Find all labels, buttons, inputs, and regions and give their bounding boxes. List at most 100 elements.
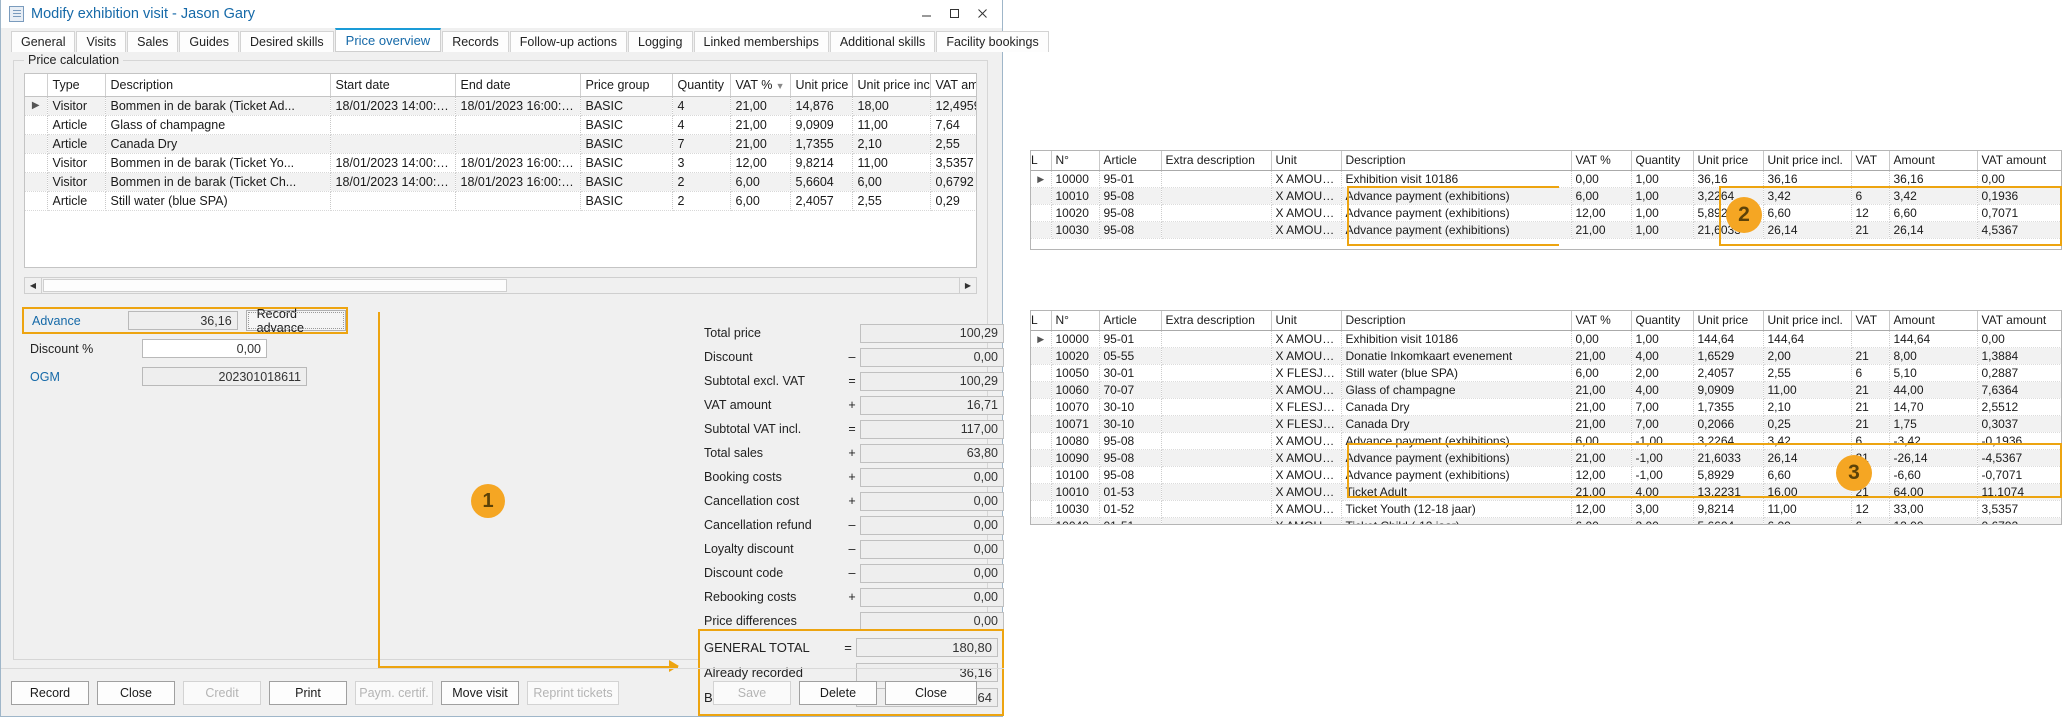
rtable-cell-description[interactable]: Exhibition visit 10186 <box>1341 330 1572 348</box>
rtable-cell-ind[interactable] <box>1031 347 1052 365</box>
rtable-cell-total[interactable]: 52,8926 <box>2061 483 2062 500</box>
rtable-cell-description[interactable]: Ticket Youth (12-18 jaar) <box>1341 500 1572 518</box>
price-grid-header-8[interactable]: Unit price <box>790 74 853 97</box>
rtable-header-12[interactable]: VAT amount <box>1977 151 2061 171</box>
rtable-header-5[interactable]: Description <box>1341 151 1572 171</box>
price-grid-cell-unitincl[interactable]: 11,00 <box>852 115 931 135</box>
rtable-cell-extra[interactable] <box>1161 221 1272 239</box>
price-grid-cell-ind[interactable] <box>25 191 48 211</box>
rtable-cell-unit_incl[interactable]: 144,64 <box>1763 330 1852 348</box>
rtable-cell-total[interactable]: 3,2264 <box>2061 187 2062 204</box>
price-grid-header-4[interactable]: End date <box>455 74 581 97</box>
button-record-0[interactable]: Record <box>11 681 89 705</box>
rtable-cell-vatpct[interactable]: 21,00 <box>1571 381 1632 399</box>
rtable-cell-unit_incl[interactable]: 11,00 <box>1763 381 1852 399</box>
rtable-cell-article[interactable]: 70-07 <box>1099 381 1162 399</box>
rtable-cell-total[interactable]: -5,8929 <box>2061 466 2062 483</box>
rtable-cell-description[interactable]: Still water (blue SPA) <box>1341 364 1572 382</box>
rtable-cell-description[interactable]: Ticket Adult <box>1341 483 1572 501</box>
table-row[interactable]: 10080 95-08 X AMOUNT Advance payment (exhib… <box>1031 432 2061 450</box>
rtable-cell-unit[interactable]: X AMOUNT <box>1271 170 1342 188</box>
rtable-header-11[interactable]: Amount <box>1889 311 1978 331</box>
rtable-cell-vat[interactable]: 21 <box>1851 381 1890 399</box>
rtable-cell-amount[interactable]: 12,00 <box>1889 517 1978 524</box>
tab-visits[interactable]: Visits <box>76 31 127 52</box>
rtable-header-7[interactable]: Quantity <box>1631 151 1694 171</box>
rtable-cell-unit[interactable]: X AMOUNT <box>1271 449 1342 467</box>
price-grid-cell-description[interactable]: Glass of champagne <box>105 115 331 135</box>
tab-records[interactable]: Records <box>442 31 509 52</box>
rtable-cell-unit_incl[interactable]: 0,25 <box>1763 415 1852 433</box>
price-grid-cell-vatamt[interactable]: 2,55 <box>930 134 976 154</box>
table-row[interactable]: 10100 95-08 X AMOUNT Advance payment (exhib… <box>1031 466 2062 484</box>
table-row[interactable]: 1004001-51 X AMOUNTTicket Child (-12 jaar… <box>1031 517 2062 525</box>
rtable-cell-vat_amount[interactable]: 2,5512 <box>1977 398 2061 416</box>
tab-guides[interactable]: Guides <box>179 31 240 52</box>
rtable-cell-vat[interactable]: 21 <box>1851 221 1890 239</box>
rtable-cell-unit_price[interactable]: 2,4057 <box>1693 364 1764 382</box>
price-grid-cell-end[interactable]: 18/01/2023 16:00:00 <box>455 153 581 173</box>
rtable-cell-total[interactable]: 5,8929 <box>2061 204 2062 221</box>
table-row[interactable]: 10030 95-08 X AMOUNT Advance payment (exhib… <box>1031 221 2062 239</box>
price-grid-header-10[interactable]: VAT amount <box>930 74 976 97</box>
rtable-cell-extra[interactable] <box>1161 170 1272 188</box>
rtable-cell-qty[interactable]: 7,00 <box>1631 415 1694 433</box>
price-grid-cell-description[interactable]: Bommen in de barak (Ticket Ad... <box>105 96 331 116</box>
rtable-cell-description[interactable]: Donatie Inkomkaart evenement <box>1341 347 1572 365</box>
rtable-cell-unit_price[interactable]: 9,0909 <box>1693 381 1764 399</box>
rtable-header-3[interactable]: Extra description <box>1161 311 1272 331</box>
rtable-cell-total[interactable]: 11,3208 <box>2061 517 2062 525</box>
rtable-cell-article[interactable]: 30-10 <box>1099 415 1162 433</box>
rtable-cell-article[interactable]: 95-08 <box>1099 221 1162 239</box>
tab-logging[interactable]: Logging <box>628 31 693 52</box>
rtable-cell-unit[interactable]: X AMOUNT <box>1271 347 1342 365</box>
rtable-header-6[interactable]: VAT % <box>1571 151 1632 171</box>
rtable-cell-ind[interactable] <box>1031 187 1052 205</box>
rtable-cell-unit_incl[interactable]: 6,00 <box>1763 517 1852 524</box>
rtable-cell-ind[interactable] <box>1031 221 1052 239</box>
rtable-cell-article[interactable]: 30-10 <box>1099 398 1162 416</box>
rtable-cell-vat_amount[interactable]: -0,1936 <box>1977 432 2061 450</box>
rtable-cell-qty[interactable]: 3,00 <box>1631 500 1694 518</box>
price-grid-cell-start[interactable]: 18/01/2023 14:00:00 <box>330 172 456 192</box>
price-grid-header-9[interactable]: Unit price incl. <box>852 74 931 97</box>
rtable-cell-vatpct[interactable]: 12,00 <box>1571 466 1632 484</box>
grid-horizontal-scrollbar[interactable]: ◀ ▶ <box>24 277 977 294</box>
rtable-cell-description[interactable]: Advance payment (exhibitions) <box>1341 466 1572 484</box>
table-row[interactable]: ▶ 10000 95-01 X AMOUNT Exhibition visit 1018… <box>1031 170 2061 188</box>
price-grid-cell-vatamt[interactable]: 3,5357 <box>930 153 976 173</box>
rtable-cell-vat_amount[interactable]: 0,7071 <box>1977 204 2061 222</box>
price-grid-cell-start[interactable] <box>330 134 456 154</box>
rtable-cell-vat_amount[interactable]: -4,5367 <box>1977 449 2061 467</box>
table-row[interactable]: ▶ Visitor Bommen in de barak (Ticket Ad...… <box>25 96 976 116</box>
price-grid-cell-start[interactable]: 18/01/2023 14:00:00 <box>330 96 456 116</box>
rtable-cell-extra[interactable] <box>1161 398 1272 416</box>
rtable-cell-article[interactable]: 95-01 <box>1099 170 1162 188</box>
price-grid-cell-group[interactable]: BASIC <box>580 115 673 135</box>
tab-additional-skills[interactable]: Additional skills <box>829 31 936 52</box>
rtable-cell-unit[interactable]: X AMOUNT <box>1271 466 1342 484</box>
rtable-cell-total[interactable]: 21,6033 <box>2061 221 2062 238</box>
price-grid-header-0[interactable] <box>25 74 48 97</box>
price-grid-cell-ind[interactable] <box>25 153 48 173</box>
rtable-header-13[interactable]: Total amount (excl.) <box>2061 311 2062 330</box>
table-row[interactable]: Article Canada Dry BASIC 7 21,00 1,7355 2,10 2,… <box>25 134 976 154</box>
rtable-cell-unit[interactable]: X AMOUNT <box>1271 221 1342 239</box>
rtable-header-8[interactable]: Unit price <box>1693 311 1764 331</box>
rtable-cell-no[interactable]: 10090 <box>1051 449 1100 467</box>
rtable-cell-ind[interactable] <box>1031 204 1052 222</box>
rtable-cell-vat_amount[interactable]: 0,6792 <box>1977 517 2061 524</box>
rtable-cell-total[interactable]: 6,6116 <box>2061 347 2062 364</box>
rtable-cell-unit[interactable]: X FLESJE ... <box>1271 415 1342 433</box>
price-grid-header-1[interactable]: Type <box>47 74 106 97</box>
price-grid-cell-end[interactable] <box>455 134 581 154</box>
rtable-cell-vat[interactable]: 21 <box>1851 415 1890 433</box>
rtable-cell-ind[interactable] <box>1031 483 1052 501</box>
rtable-cell-vatpct[interactable]: 12,00 <box>1571 204 1632 222</box>
rtable-cell-vatpct[interactable]: 21,00 <box>1571 221 1632 239</box>
rtable-cell-article[interactable]: 01-51 <box>1099 517 1162 524</box>
table-row[interactable]: Article Glass of champagne BASIC 4 21,00 9,09… <box>25 115 976 135</box>
rtable-cell-vat[interactable]: 12 <box>1851 204 1890 222</box>
price-grid-cell-type[interactable]: Visitor <box>47 96 106 116</box>
table-row[interactable]: 10060 70-07 X AMOUNT Glass of champagne 21,0… <box>1031 381 2061 399</box>
